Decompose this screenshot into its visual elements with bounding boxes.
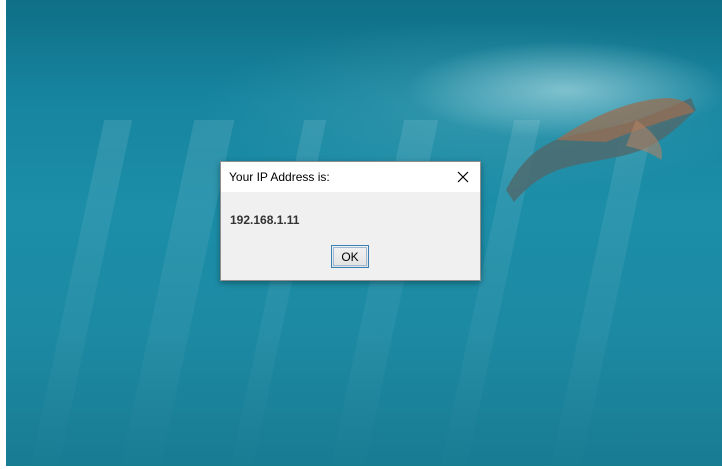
close-button[interactable]	[446, 162, 480, 192]
light-ray	[27, 120, 133, 469]
light-ray	[117, 120, 235, 469]
swimmer-fins-image	[506, 98, 696, 202]
ok-button[interactable]: OK	[331, 245, 369, 268]
ip-address-dialog: Your IP Address is: 192.168.1.11 OK	[220, 161, 481, 281]
dialog-titlebar[interactable]: Your IP Address is:	[221, 162, 480, 192]
close-icon	[457, 171, 469, 183]
dialog-title: Your IP Address is:	[229, 170, 330, 184]
desktop: Your IP Address is: 192.168.1.11 OK	[0, 0, 722, 469]
ip-address-message: 192.168.1.11	[230, 213, 300, 227]
